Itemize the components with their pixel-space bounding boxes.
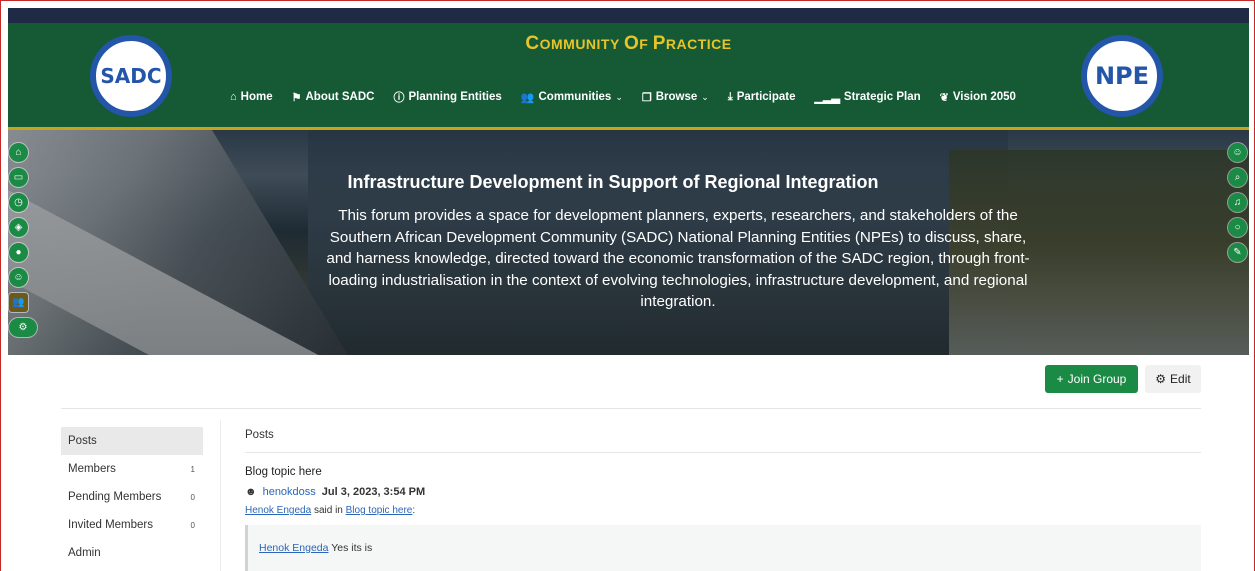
nav-home[interactable]: ⌂ Home <box>230 89 273 105</box>
site-title-part: F <box>639 36 653 52</box>
sadc-logo-text: SADC <box>100 64 162 88</box>
group-nav-admin[interactable]: Admin <box>61 539 203 567</box>
join-group-label: Join Group <box>1067 372 1127 386</box>
group-title: Infrastructure Development in Support of… <box>347 172 879 192</box>
avatar-icon[interactable]: ☺ <box>1228 143 1247 162</box>
top-strip <box>8 8 1249 23</box>
said-user-link[interactable]: Henok Engeda <box>245 505 311 516</box>
quote-user-link[interactable]: Henok Engeda <box>259 542 328 554</box>
nav-about-sadc[interactable]: ⚑ About SADC <box>292 89 375 105</box>
group-description: This forum provides a space for developm… <box>326 207 1030 310</box>
divider <box>61 408 1201 409</box>
nav-label: Vision 2050 <box>952 91 1016 103</box>
post-quote: Henok Engeda Yes its is <box>245 525 1201 571</box>
nav-planning-entities[interactable]: ⓘ Planning Entities <box>393 89 501 105</box>
join-group-button[interactable]: + Join Group <box>1045 365 1138 393</box>
leaf-icon: ❦ <box>939 91 949 104</box>
posts-heading: Posts <box>245 429 274 441</box>
site-title-letter: O <box>623 33 640 54</box>
group-nav-label: Posts <box>68 435 97 447</box>
nav-label: Browse <box>655 91 698 103</box>
clock-icon[interactable]: ◷ <box>9 193 28 212</box>
nav-label: Planning Entities <box>408 91 502 103</box>
nav-participate[interactable]: ⤓ Participate <box>728 89 796 105</box>
said-text: said in <box>311 505 346 516</box>
left-sidebar: ⌂ ▭ ◷ ◈ ● ☺ 👥 ⚙ <box>9 143 37 337</box>
home-icon[interactable]: ⌂ <box>9 143 28 162</box>
post-title[interactable]: Blog topic here <box>245 466 322 478</box>
user-icon[interactable]: ☺ <box>9 268 28 287</box>
nav-strategic-plan[interactable]: ▁▂▃ Strategic Plan <box>815 89 921 105</box>
gear-icon: ⚙ <box>1155 372 1167 386</box>
nav-vision-2050[interactable]: ❦ Vision 2050 <box>940 89 1016 105</box>
tag-icon[interactable]: ◈ <box>9 218 28 237</box>
site-title-letter: P <box>652 33 666 54</box>
group-nav-posts[interactable]: Posts <box>61 427 203 455</box>
column-divider <box>220 420 221 571</box>
nav-label: Home <box>240 91 273 103</box>
post-attribution: Henok Engeda said in Blog topic here: <box>245 505 415 516</box>
group-nav-label: Members <box>68 463 116 475</box>
nav-label: Strategic Plan <box>843 91 921 103</box>
said-topic-link[interactable]: Blog topic here <box>346 505 413 516</box>
fire-icon[interactable]: ● <box>9 243 28 262</box>
nav-label: Participate <box>736 91 796 103</box>
post-date[interactable]: Jul 3, 2023, 3:54 PM <box>322 486 425 498</box>
nav-label: Communities <box>538 91 612 103</box>
npe-logo[interactable]: NPE <box>1081 35 1163 117</box>
browse-icon: ❐ <box>641 91 652 104</box>
post-meta: ☻ henokdoss Jul 3, 2023, 3:54 PM <box>245 486 425 498</box>
chevron-down-icon: ⌄ <box>615 91 623 102</box>
said-colon: : <box>412 505 416 516</box>
chat-icon[interactable]: ○ <box>1228 218 1247 237</box>
site-header: COMMUNITY OF PRACTICE SADC NPE ⌂ Home ⚑ Ab… <box>8 23 1249 130</box>
site-title-part: OMMUNITY <box>539 36 624 52</box>
compose-icon[interactable]: ✎ <box>1228 243 1247 262</box>
nav-browse[interactable]: ❐ Browse ⌄ <box>642 89 709 105</box>
sadc-logo[interactable]: SADC <box>90 35 172 117</box>
quote-text: Yes its is <box>328 542 373 554</box>
site-title-letter: C <box>525 33 540 54</box>
group-nav-members[interactable]: Members 1 <box>61 455 203 483</box>
posts-divider <box>245 452 1201 453</box>
group-nav-label: Admin <box>68 547 101 559</box>
group-nav: Posts Members 1 Pending Members 0 Invited … <box>61 427 203 567</box>
cogs-icon[interactable]: ⚙ <box>9 318 37 337</box>
nav-communities[interactable]: 👥 Communities ⌄ <box>521 89 623 105</box>
hero-banner: Infrastructure Development in Support of… <box>8 130 1249 355</box>
group-nav-pending-members[interactable]: Pending Members 0 <box>61 483 203 511</box>
site-title[interactable]: COMMUNITY OF PRACTICE <box>8 33 1249 55</box>
search-icon[interactable]: ⌕ <box>1228 168 1247 187</box>
download-icon: ⤓ <box>727 90 733 103</box>
user-avatar-icon: ☻ <box>245 486 257 498</box>
home-icon: ⌂ <box>230 91 237 103</box>
group-nav-count: 1 <box>190 464 195 474</box>
group-nav-label: Pending Members <box>68 491 162 503</box>
flag-icon: ⚑ <box>291 91 302 104</box>
group-nav-count: 0 <box>190 520 195 530</box>
edit-button[interactable]: ⚙ Edit <box>1145 365 1201 393</box>
npe-logo-text: NPE <box>1094 62 1150 90</box>
chevron-down-icon: ⌄ <box>701 91 709 102</box>
inbox-icon[interactable]: ▭ <box>9 168 28 187</box>
site-title-part: RACTICE <box>665 36 732 52</box>
signal-icon: ▁▂▃ <box>814 91 840 104</box>
nav-label: About SADC <box>305 91 375 103</box>
group-icon[interactable]: 👥 <box>9 293 28 312</box>
right-sidebar: ☺ ⌕ ♫ ○ ✎ <box>1228 143 1247 262</box>
group-nav-count: 0 <box>190 492 195 502</box>
plus-icon: + <box>1056 372 1064 386</box>
bell-icon[interactable]: ♫ <box>1228 193 1247 212</box>
users-icon: 👥 <box>520 91 535 104</box>
group-nav-invited-members[interactable]: Invited Members 0 <box>61 511 203 539</box>
group-nav-label: Invited Members <box>68 519 154 531</box>
edit-label: Edit <box>1170 372 1191 386</box>
post-author[interactable]: henokdoss <box>263 486 316 498</box>
info-icon: ⓘ <box>393 92 405 104</box>
main-nav: ⌂ Home ⚑ About SADC ⓘ Planning Entities 👥 Co… <box>230 89 1016 105</box>
